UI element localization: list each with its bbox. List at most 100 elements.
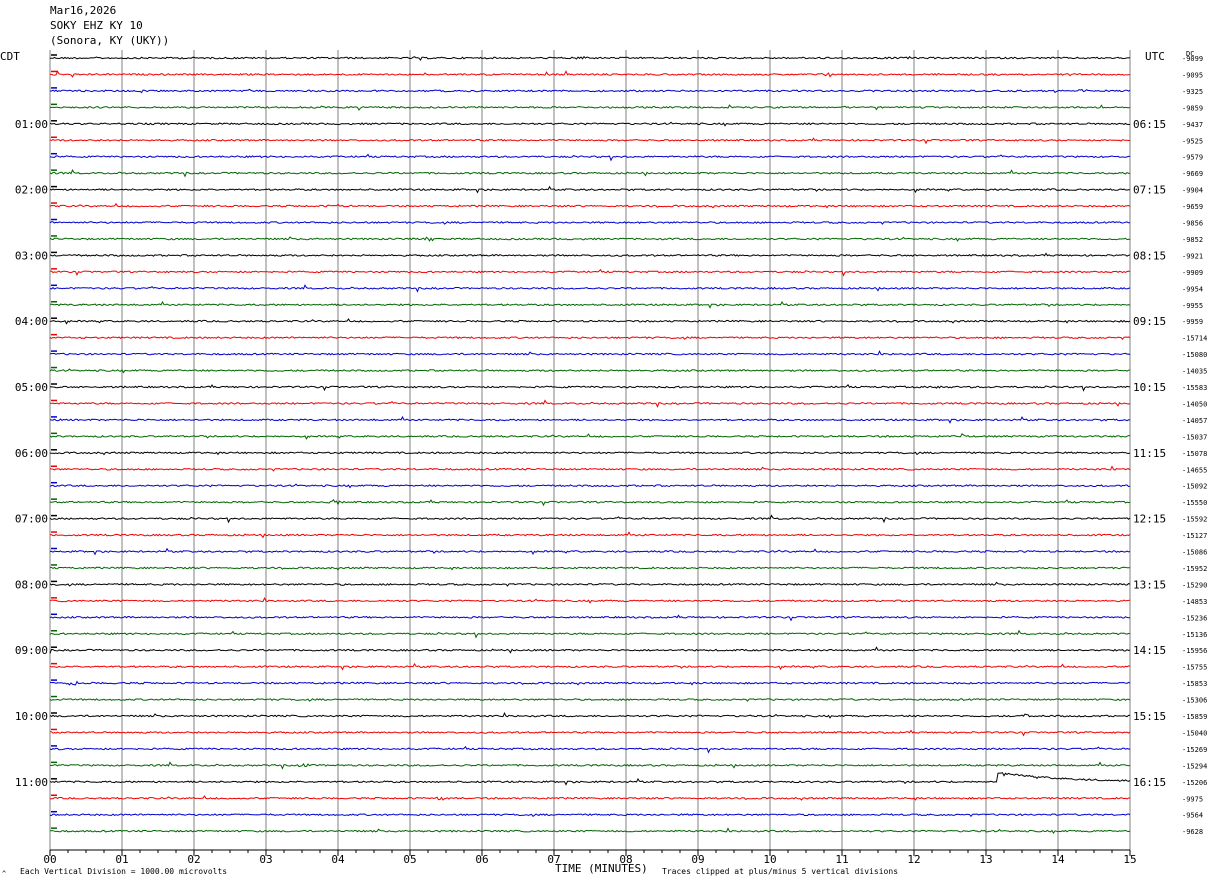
cdt-hour-label: 02:00: [15, 184, 48, 197]
seismic-trace-row: [49, 88, 1131, 94]
utc-hour-label: 10:15: [1133, 381, 1166, 394]
dc-offset-label: -9909: [1182, 269, 1203, 277]
seismic-trace-row: [49, 433, 1130, 440]
x-tick-label: 02: [187, 853, 200, 866]
dc-offset-label: -15592: [1182, 516, 1207, 524]
seismic-trace-row: [49, 399, 1131, 408]
dc-offset-label: -9959: [1182, 318, 1203, 326]
seismic-trace-row: [49, 300, 1131, 309]
seismic-trace-row: [49, 531, 1131, 539]
dc-offset-label: -9669: [1182, 170, 1203, 178]
dc-offset-label: -9975: [1182, 795, 1203, 803]
x-tick-label: 04: [331, 853, 345, 866]
dc-offset-label: -15236: [1182, 614, 1207, 622]
dc-offset-label: -15037: [1182, 433, 1207, 441]
utc-hour-label: 14:15: [1133, 644, 1166, 657]
seismic-trace-row: [49, 827, 1131, 835]
seismic-trace-row: [49, 236, 1131, 242]
seismic-trace-row: [49, 614, 1131, 622]
dc-offset-label: -9659: [1182, 203, 1203, 211]
utc-hour-label: 13:15: [1133, 578, 1166, 591]
seismic-trace-row: [49, 169, 1131, 178]
x-tick-label: 10: [763, 853, 776, 866]
seismic-trace-row: [49, 383, 1131, 392]
dc-offset-label: -15269: [1182, 746, 1207, 754]
seismic-trace-row: [49, 761, 1131, 770]
dc-offset-label: -15755: [1182, 664, 1207, 672]
utc-hour-label: 12:15: [1133, 513, 1166, 526]
seismic-trace-row: [49, 451, 1131, 456]
seismic-trace-row: [49, 712, 1131, 719]
x-tick-label: 09: [691, 853, 704, 866]
seismic-trace-row: [49, 368, 1131, 374]
utc-hour-label: 06:15: [1133, 118, 1166, 131]
seismic-trace-row: [49, 318, 1131, 325]
seismic-trace-row: [49, 350, 1131, 356]
cdt-hour-label: 04:00: [15, 315, 48, 328]
seismic-trace-row: [49, 499, 1131, 507]
dc-offset-label: -9955: [1182, 302, 1203, 310]
dc-offset-label: -15952: [1182, 565, 1207, 573]
dc-offset-label: -9564: [1182, 812, 1203, 820]
clip-note: Traces clipped at plus/minus 5 vertical …: [662, 867, 899, 876]
seismic-trace-row: [49, 284, 1131, 293]
dc-offset-label: -9099: [1182, 55, 1203, 63]
dc-offset-label: -15206: [1182, 779, 1207, 787]
seismic-trace-row: [49, 795, 1131, 801]
cdt-hour-label: 01:00: [15, 118, 48, 131]
seismic-trace-row: [49, 415, 1131, 424]
helicorder-plot: 00 01 02 03 04 05 06 07 08 09 10 11 12 13 14 15-9099-90…: [15, 50, 1207, 866]
cdt-hour-label: 05:00: [15, 381, 48, 394]
dc-offset-label: -9921: [1182, 252, 1203, 260]
x-tick-label: 00: [43, 853, 56, 866]
seismic-trace-row: [49, 514, 1131, 524]
scale-note: Each Vertical Division = 1000.00 microvo…: [20, 867, 228, 876]
dc-offset-label: -9325: [1182, 88, 1203, 96]
seismic-trace-row: [49, 680, 1131, 686]
x-tick-label: 03: [259, 853, 272, 866]
seismic-trace-row: [49, 662, 1131, 671]
seismic-trace-row: [49, 646, 1131, 654]
seismic-trace-row: [49, 629, 1131, 639]
cdt-hour-label: 09:00: [15, 644, 48, 657]
dc-offset-label: -15294: [1182, 762, 1207, 770]
x-tick-label: 15: [1123, 853, 1136, 866]
x-tick-label: 14: [1051, 853, 1065, 866]
dc-offset-label: -14057: [1182, 417, 1207, 425]
utc-hour-label: 09:15: [1133, 315, 1166, 328]
utc-hour-label: 07:15: [1133, 184, 1166, 197]
seismic-trace-row: [49, 813, 1131, 818]
dc-offset-label: -15078: [1182, 450, 1207, 458]
dc-offset-label: -9852: [1182, 236, 1203, 244]
dc-offset-label: -15714: [1182, 335, 1207, 343]
dc-offset-label: -14655: [1182, 466, 1207, 474]
utc-hour-label: 16:15: [1133, 776, 1166, 789]
dc-offset-label: -15086: [1182, 549, 1207, 557]
cdt-hour-label: 10:00: [15, 710, 48, 723]
dc-offset-label: -15040: [1182, 729, 1207, 737]
dc-offset-label: -15583: [1182, 384, 1207, 392]
corner-mark: ^: [2, 870, 7, 878]
dc-offset-label: -14035: [1182, 368, 1207, 376]
x-tick-label: 06: [475, 853, 488, 866]
seismic-trace-row: [49, 70, 1130, 78]
dc-offset-label: -15290: [1182, 581, 1207, 589]
dc-offset-label: -9859: [1182, 104, 1203, 112]
cdt-hour-label: 06:00: [15, 447, 48, 460]
x-axis-title: TIME (MINUTES): [555, 862, 648, 875]
seismic-trace-row: [49, 566, 1130, 571]
cdt-hour-label: 11:00: [15, 776, 48, 789]
seismic-trace-row: [49, 772, 1131, 786]
dc-offset-label: -9525: [1182, 137, 1203, 145]
seismic-trace-row: [49, 221, 1130, 225]
dc-offset-label: -14853: [1182, 598, 1207, 606]
seismic-trace-row: [50, 268, 1131, 277]
dc-offset-label: -14050: [1182, 400, 1207, 408]
seismic-trace-row: [49, 581, 1131, 587]
dc-offset-label: -15080: [1182, 351, 1207, 359]
seismic-trace-row: [49, 336, 1131, 340]
cdt-hour-label: 03:00: [15, 249, 48, 262]
dc-offset-label: -9579: [1182, 154, 1203, 162]
seismic-trace-row: [49, 465, 1131, 472]
x-tick-label: 12: [907, 853, 920, 866]
